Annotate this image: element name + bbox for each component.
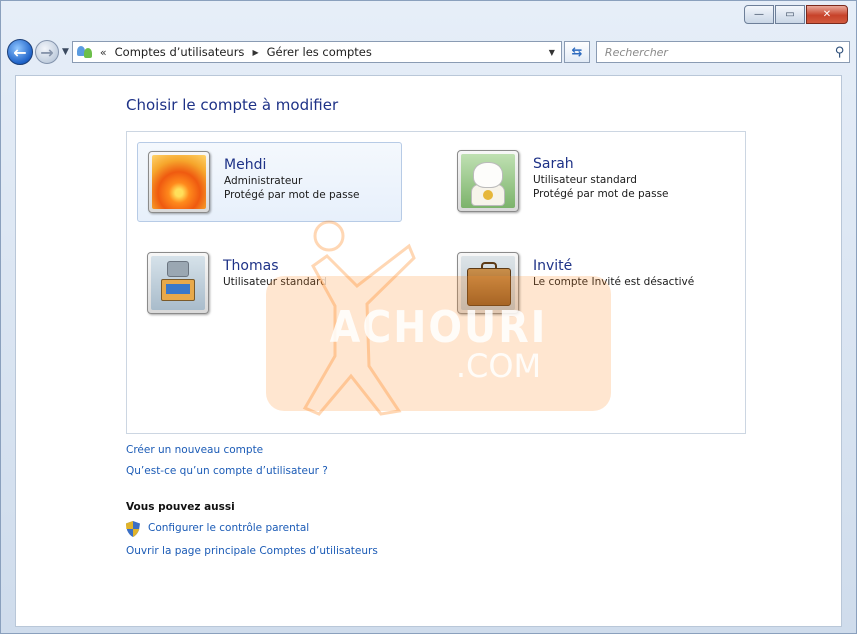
- create-account-link[interactable]: Créer un nouveau compte: [126, 439, 378, 462]
- close-icon: ✕: [822, 9, 832, 20]
- account-type: Administrateur: [224, 175, 303, 187]
- parental-controls-link[interactable]: Configurer le contrôle parental: [126, 517, 378, 540]
- page-title: Choisir le compte à modifier: [126, 96, 339, 114]
- avatar: [457, 150, 519, 212]
- open-user-accounts-link[interactable]: Ouvrir la page principale Comptes d’util…: [126, 540, 378, 563]
- back-button[interactable]: ←: [7, 39, 33, 65]
- account-name: Mehdi: [224, 157, 267, 173]
- see-also-heading: Vous pouvez aussi: [126, 501, 235, 513]
- search-icon[interactable]: ⚲: [835, 45, 845, 60]
- account-tile-sarah[interactable]: Sarah Utilisateur standard Protégé par m…: [447, 142, 712, 222]
- account-tile-mehdi[interactable]: Mehdi Administrateur Protégé par mot de …: [137, 142, 402, 222]
- back-arrow-icon: ←: [13, 42, 27, 62]
- account-type: Utilisateur standard: [533, 174, 637, 186]
- minimize-button[interactable]: —: [744, 5, 774, 24]
- navigation-bar: ← → ▼ « Comptes d’utilisateurs ▶ Gérer l…: [7, 37, 850, 67]
- accounts-panel: Mehdi Administrateur Protégé par mot de …: [126, 131, 746, 434]
- shield-icon: [126, 520, 140, 537]
- address-bar[interactable]: « Comptes d’utilisateurs ▶ Gérer les com…: [71, 41, 562, 63]
- content-area: Choisir le compte à modifier Mehdi Admin…: [15, 75, 842, 627]
- suitcase-picture-icon: [461, 256, 515, 310]
- breadcrumb-separator-icon[interactable]: ▶: [252, 48, 258, 57]
- forward-button[interactable]: →: [35, 40, 59, 64]
- lucky-cat-picture-icon: [461, 154, 515, 208]
- account-name: Sarah: [533, 156, 574, 172]
- minimize-icon: —: [754, 9, 764, 20]
- refresh-button[interactable]: ⇆: [563, 41, 590, 63]
- search-input[interactable]: [604, 45, 836, 59]
- forward-arrow-icon: →: [40, 42, 54, 62]
- breadcrumb-overflow-icon[interactable]: «: [100, 46, 107, 59]
- account-type: Utilisateur standard: [223, 276, 327, 288]
- maximize-icon: ▭: [785, 9, 795, 20]
- breadcrumb-user-accounts[interactable]: Comptes d’utilisateurs: [113, 45, 247, 59]
- search-box: ⚲: [595, 41, 850, 63]
- avatar: [147, 252, 209, 314]
- flower-picture-icon: [152, 155, 206, 209]
- address-dropdown-icon[interactable]: ▼: [542, 48, 561, 57]
- breadcrumb-manage-accounts[interactable]: Gérer les comptes: [265, 45, 374, 59]
- close-button[interactable]: ✕: [806, 5, 848, 24]
- account-name: Thomas: [223, 258, 279, 274]
- window: — ▭ ✕ ← → ▼ « Comptes d’utilisateurs ▶ G…: [0, 0, 857, 634]
- refresh-icon: ⇆: [571, 44, 583, 60]
- parental-controls-label: Configurer le contrôle parental: [148, 522, 310, 534]
- what-is-account-link[interactable]: Qu’est-ce qu’un compte d’utilisateur ?: [126, 460, 378, 483]
- robot-picture-icon: [151, 256, 205, 310]
- account-tile-guest[interactable]: Invité Le compte Invité est désactivé: [447, 244, 712, 324]
- avatar: [148, 151, 210, 213]
- avatar: [457, 252, 519, 314]
- account-status: Protégé par mot de passe: [224, 189, 360, 201]
- account-status: Protégé par mot de passe: [533, 188, 669, 200]
- user-accounts-icon: [76, 44, 94, 60]
- links-section: Créer un nouveau compte Qu’est-ce qu’un …: [126, 439, 378, 563]
- maximize-button[interactable]: ▭: [775, 5, 805, 24]
- recent-pages-dropdown-icon[interactable]: ▼: [62, 47, 69, 57]
- window-controls: — ▭ ✕: [744, 5, 848, 24]
- account-tile-thomas[interactable]: Thomas Utilisateur standard: [137, 244, 402, 324]
- account-name: Invité: [533, 258, 573, 274]
- account-type: Le compte Invité est désactivé: [533, 276, 695, 288]
